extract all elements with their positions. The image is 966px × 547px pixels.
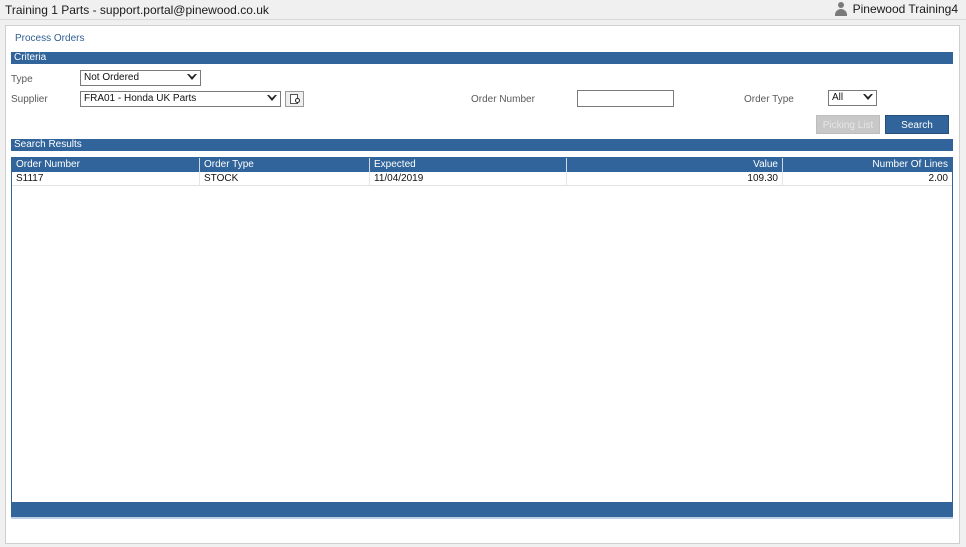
supplier-select[interactable]: FRA01 - Honda UK Parts — [80, 91, 281, 107]
order-number-label: Order Number — [471, 94, 535, 105]
picking-list-button[interactable]: Picking List — [816, 115, 880, 134]
user-icon — [834, 2, 848, 16]
user-name: Pinewood Training4 — [852, 2, 958, 16]
chevron-down-icon — [187, 74, 197, 80]
column-order-type[interactable]: Order Type — [200, 158, 370, 172]
order-type-label: Order Type — [744, 94, 794, 105]
type-select[interactable]: Not Ordered — [80, 70, 201, 86]
table-footer — [11, 502, 953, 519]
chevron-down-icon — [267, 95, 277, 101]
results-table: Order Number Order Type Expected Value N… — [11, 157, 953, 519]
supplier-lookup-button[interactable] — [285, 91, 304, 107]
user-menu[interactable]: Pinewood Training4 — [834, 2, 958, 16]
cell-order-type: STOCK — [200, 172, 370, 186]
page-title: Process Orders — [15, 33, 85, 44]
process-orders-panel: Process Orders Criteria Type Not Ordered… — [5, 25, 960, 544]
column-value[interactable]: Value — [567, 158, 783, 172]
supplier-label: Supplier — [11, 94, 48, 105]
column-expected[interactable]: Expected — [370, 158, 567, 172]
order-type-select[interactable]: All — [828, 90, 877, 106]
window-title: Training 1 Parts - support.portal@pinewo… — [5, 3, 269, 17]
cell-number-of-lines: 2.00 — [928, 173, 948, 184]
order-type-select-value: All — [832, 92, 844, 103]
table-header: Order Number Order Type Expected Value N… — [12, 158, 952, 172]
cell-order-number: S1117 — [12, 172, 200, 186]
type-label: Type — [11, 74, 33, 85]
column-order-number[interactable]: Order Number — [12, 158, 200, 172]
supplier-select-value: FRA01 - Honda UK Parts — [84, 93, 197, 104]
type-select-value: Not Ordered — [84, 72, 140, 83]
cell-expected: 11/04/2019 — [370, 172, 567, 186]
chevron-down-icon — [863, 94, 873, 100]
cell-value: 109.30 — [567, 172, 783, 186]
order-number-input[interactable] — [577, 90, 674, 107]
search-results-header: Search Results — [11, 139, 953, 151]
table-row[interactable]: S1117 STOCK 11/04/2019 109.30 2.00 — [12, 172, 952, 186]
criteria-header: Criteria — [11, 52, 953, 64]
search-button[interactable]: Search — [885, 115, 949, 134]
window-titlebar: Training 1 Parts - support.portal@pinewo… — [0, 0, 966, 20]
column-number-of-lines[interactable]: Number Of Lines — [783, 158, 952, 172]
